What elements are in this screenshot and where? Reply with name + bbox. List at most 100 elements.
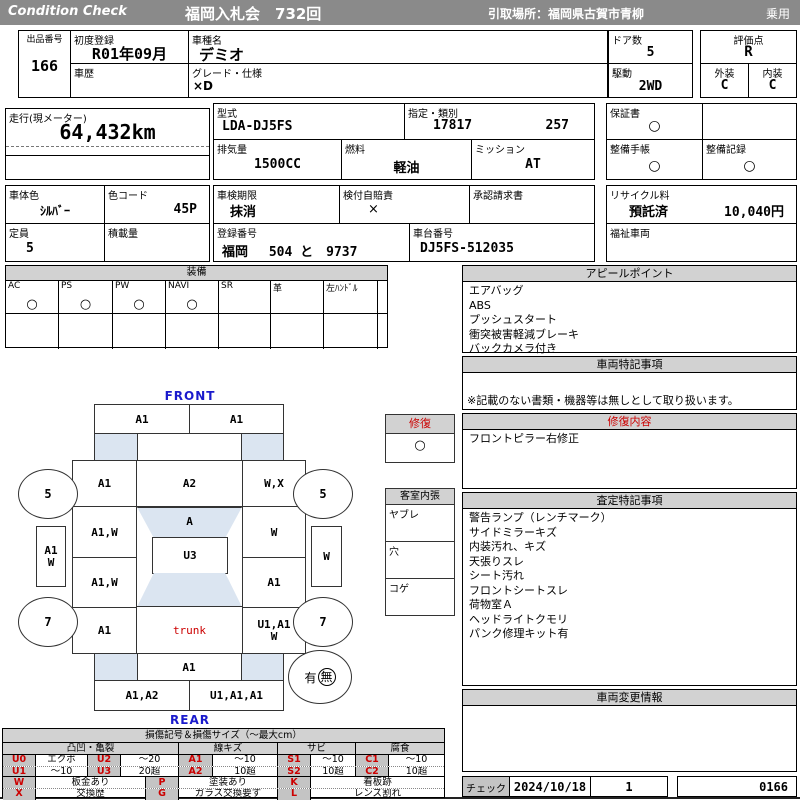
legend-row-4: X 交換歴 G ガラス交換要す L レンズ割れ <box>3 789 444 800</box>
auction-title: 福岡入札会 732回 <box>185 5 322 23</box>
maintenance-record-label: 整備記録 <box>706 145 746 156</box>
trunk: trunk <box>136 606 243 654</box>
check-label: チェック <box>466 784 506 795</box>
rear-bumper-right: U1,A1,A1 <box>189 680 284 711</box>
assessment-item: 天張りスレ <box>469 554 524 568</box>
body-color-value: ｼﾙﾊﾞｰ <box>39 204 70 218</box>
model-cell: 車種名 デミオ <box>188 30 608 64</box>
equipment-cell-leather: 革 <box>271 281 324 313</box>
recycle-fee-label: リサイクル料 <box>610 191 670 202</box>
assessment-notes-body: 警告ランプ（レンチマーク） サイドミラーキズ 内装汚れ、キズ 天張りスレ シート… <box>463 509 796 644</box>
first-registration-cell: 初度登録 R01年09月 <box>70 30 189 64</box>
equipment-cell-ac: AC ○ <box>6 281 59 313</box>
brand-logo: Condition Check <box>8 4 127 19</box>
equipment-cell-pw: PW ○ <box>113 281 166 313</box>
warranty-mark: ○ <box>648 118 661 134</box>
insurance-mark: × <box>368 202 379 217</box>
equipment-cell-lhd: 左ﾊﾝﾄﾞﾙ <box>324 281 378 313</box>
wheel-front-right: 5 <box>293 469 353 519</box>
spare-yes-label: 有 <box>304 670 317 685</box>
fuel-value: 軽油 <box>393 161 420 176</box>
fuel-cell: 燃料 軽油 <box>341 139 472 180</box>
appeal-item: プッシュスタート <box>469 313 557 326</box>
legend-row-1: U0 エクボ U2 〜20 A1 〜10 S1 〜10 C1 〜10 <box>3 755 444 766</box>
capacity-value: 5 <box>26 241 34 256</box>
lot-number-cell: 出品番号 166 <box>18 30 71 98</box>
damage-legend: 損傷記号＆損傷サイズ（〜最大cm） 凸凹・亀裂 線キズ サビ 腐食 U0 エクボ… <box>2 728 445 800</box>
repair-item: フロントピラー右修正 <box>469 432 579 445</box>
assessment-item: パンク修理キット有 <box>469 627 569 640</box>
maintenance-book-cell: 整備手帳 ○ <box>606 139 703 180</box>
grade-label: グレード・仕様 <box>192 69 262 80</box>
inspection-cell: 車検期限 抹消 <box>213 185 340 224</box>
check-date-cell: 2024/10/18 <box>509 776 591 797</box>
cowl-shade-left <box>95 434 138 460</box>
type-cell: 型式 LDA-DJ5FS <box>213 103 405 140</box>
check-number-cell: 0166 <box>677 776 797 797</box>
color-code-label: 色コード <box>108 191 148 202</box>
displacement-value: 1500CC <box>254 157 301 172</box>
check-date: 2024/10/18 <box>513 780 587 794</box>
repair-detail-title: 修復内容 <box>463 414 796 430</box>
roof: U3 <box>152 537 228 574</box>
repair-mark-title: 修復 <box>386 415 454 434</box>
front-door-right: W <box>242 506 306 558</box>
vehicle-notes-title: 車両特記事項 <box>463 357 796 373</box>
wheel-rear-left: 7 <box>18 597 78 647</box>
exterior-value: C <box>720 78 729 93</box>
assessment-item: 警告ランプ（レンチマーク） <box>469 511 612 524</box>
spare-no-label-circled: 無 <box>317 668 336 686</box>
assessment-notes-panel: 査定特記事項 警告ランプ（レンチマーク） サイドミラーキズ 内装汚れ、キズ 天張… <box>462 492 797 686</box>
equipment-empty-row <box>6 313 387 349</box>
mileage-cell: 走行(現メーター) 64,432km <box>5 108 210 180</box>
fuel-label: 燃料 <box>345 145 365 156</box>
class-cell: 指定・類別 17817 257 <box>404 103 595 140</box>
vehicle-category: 乗用 <box>765 7 790 21</box>
assessment-item: フロントシートスレ <box>469 583 568 597</box>
wheel-front-left: 5 <box>18 469 78 519</box>
check-label-cell: チェック <box>462 776 510 797</box>
rear-door-right: A1 <box>242 557 306 608</box>
rear-panel-strip: A1 <box>94 653 284 681</box>
appeal-points-panel: アピールポイント エアバッグ ABS プッシュスタート 衝突被害軽減ブレーキ バ… <box>462 265 797 355</box>
color-code-cell: 色コード 45P <box>104 185 210 224</box>
maintenance-record-cell: 整備記録 ○ <box>702 139 797 180</box>
equipment-cell-sr: SR <box>219 281 271 313</box>
change-info-panel: 車両変更情報 <box>462 689 797 772</box>
recycle-fee-cell: リサイクル料 預託済 10,040円 <box>606 185 797 224</box>
check-count: 1 <box>625 780 633 794</box>
appeal-item: エアバッグ <box>469 284 524 297</box>
cowl-shade-right <box>241 434 283 460</box>
grade-value: ×D <box>193 79 214 93</box>
cowl-strip <box>94 433 284 461</box>
pickup-location: 引取場所：福岡県古賀市青柳 <box>488 7 645 21</box>
trunk-label: trunk <box>172 623 207 637</box>
chassis-number-cell: 車台番号 DJ5FS-512035 <box>409 223 595 262</box>
chassis-number-value: DJ5FS-512035 <box>420 241 514 256</box>
lot-number-label: 出品番号 <box>26 35 63 45</box>
welfare-label: 福祉車両 <box>610 229 650 240</box>
rear-door-left: A1,W <box>72 557 137 608</box>
inspection-label: 車検期限 <box>217 191 257 202</box>
assessment-item: 荷物室Ａ <box>469 598 513 611</box>
history-cell: 車歴 <box>70 63 189 98</box>
check-count-cell: 1 <box>590 776 668 797</box>
warranty-blank-cell <box>702 103 797 140</box>
front-bumper-right: A1 <box>189 404 284 434</box>
vehicle-notes-panel: 車両特記事項 ※記載のない書類・機器等は無しとして取り扱います。 <box>462 356 797 410</box>
legend-row-2: U1 〜10 U3 20超 A2 10超 S2 10超 C2 10超 <box>3 766 444 777</box>
recycle-status: 預託済 <box>629 205 669 220</box>
title-bar: Condition Check 福岡入札会 732回 引取場所：福岡県古賀市青柳… <box>0 0 800 25</box>
equipment-row: AC ○ PS ○ PW ○ NAVI ○ SR 革 左ﾊﾝﾄﾞﾙ <box>6 280 387 313</box>
cabin-row-tear: ヤブレ <box>386 505 454 542</box>
front-door-left: A1,W <box>72 506 137 558</box>
equipment-cell-extra <box>378 281 387 313</box>
welfare-cell: 福祉車両 <box>606 223 797 262</box>
assessment-item: シート汚れ <box>469 569 524 582</box>
appeal-item: 衝突被害軽減ブレーキ <box>469 327 579 341</box>
chassis-number-label: 車台番号 <box>413 229 453 240</box>
color-code-value: 45P <box>173 202 197 217</box>
equipment-cell-ps: PS ○ <box>59 281 113 313</box>
drive-label: 駆動 <box>612 69 632 80</box>
approval-cell: 承認請求書 <box>469 185 595 224</box>
